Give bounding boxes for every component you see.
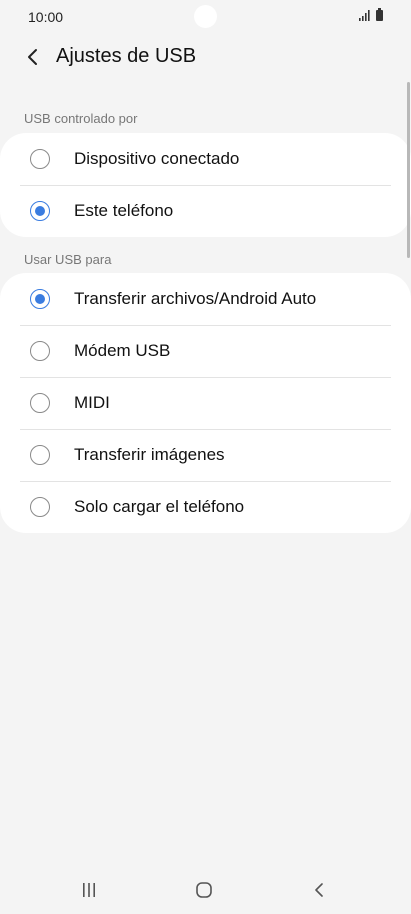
back-icon (315, 883, 323, 897)
radio-button[interactable] (30, 393, 50, 413)
status-time: 10:00 (28, 9, 64, 25)
usb-controlled-by-card: Dispositivo conectado Este teléfono (0, 133, 411, 237)
battery-icon (376, 8, 383, 21)
app-header: Ajustes de USB (0, 36, 411, 80)
camera-cutout (194, 5, 217, 28)
signal-icon (359, 10, 370, 21)
option-solo-cargar[interactable]: Solo cargar el teléfono (0, 481, 411, 533)
scrollbar[interactable] (407, 82, 410, 258)
home-button[interactable] (189, 878, 219, 902)
option-modem-usb[interactable]: Módem USB (0, 325, 411, 377)
radio-button-selected[interactable] (30, 201, 50, 221)
back-button[interactable] (18, 42, 48, 72)
option-este-telefono[interactable]: Este teléfono (0, 185, 411, 237)
option-label: Este teléfono (74, 201, 174, 220)
option-label: Transferir imágenes (74, 445, 225, 464)
nav-back-button[interactable] (304, 878, 334, 902)
recents-icon (83, 883, 95, 897)
option-transferir-archivos[interactable]: Transferir archivos/Android Auto (0, 273, 411, 325)
radio-button[interactable] (30, 341, 50, 361)
option-label: Dispositivo conectado (74, 149, 240, 168)
recents-button[interactable] (74, 878, 104, 902)
page-title: Ajustes de USB (56, 45, 197, 67)
radio-button[interactable] (30, 497, 50, 517)
option-transferir-imagenes[interactable]: Transferir imágenes (0, 429, 411, 481)
section-label-use-usb-for: Usar USB para (24, 252, 112, 267)
option-label: Módem USB (74, 341, 171, 360)
status-bar: 10:00 (0, 0, 411, 36)
radio-button[interactable] (30, 149, 50, 169)
option-label: Transferir archivos/Android Auto (74, 289, 317, 308)
option-dispositivo-conectado[interactable]: Dispositivo conectado (0, 133, 411, 185)
home-icon (196, 882, 212, 898)
use-usb-for-card: Transferir archivos/Android Auto Módem U… (0, 273, 411, 533)
option-label: MIDI (74, 393, 110, 412)
option-label: Solo cargar el teléfono (74, 497, 245, 516)
chevron-left-icon (28, 49, 37, 65)
radio-button-selected[interactable] (30, 289, 50, 309)
radio-button[interactable] (30, 445, 50, 465)
section-label-usb-controlled-by: USB controlado por (24, 111, 138, 126)
status-icons (359, 8, 383, 21)
navigation-bar (0, 864, 411, 914)
option-midi[interactable]: MIDI (0, 377, 411, 429)
